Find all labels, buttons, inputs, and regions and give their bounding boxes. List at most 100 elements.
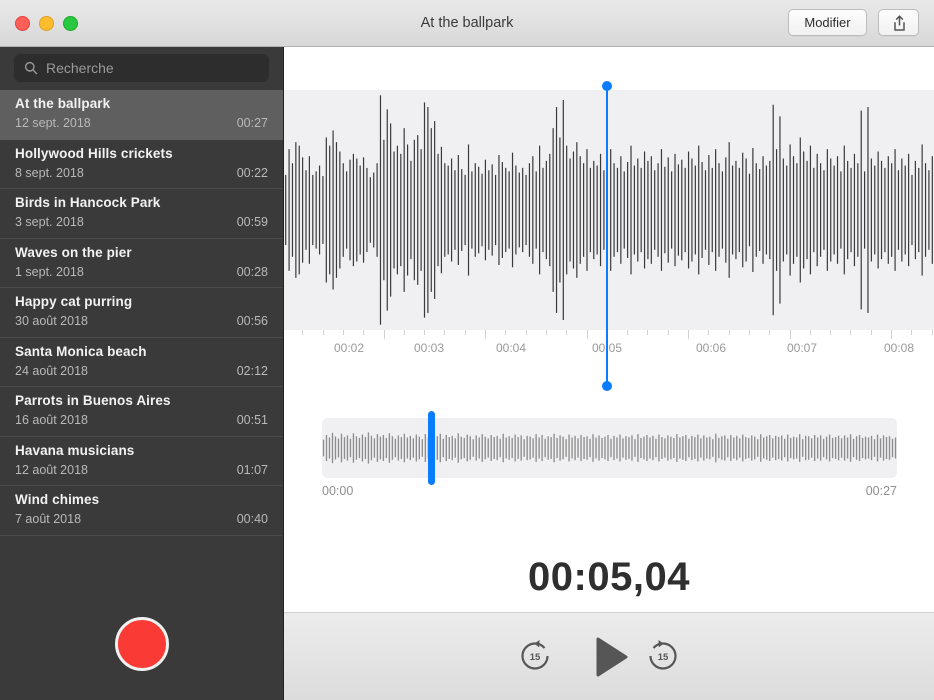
ruler-tick [627, 330, 628, 335]
title-bar: At the ballpark Modifier [0, 0, 934, 47]
ruler-tick [404, 330, 405, 335]
waveform-panel[interactable] [284, 90, 934, 330]
memo-duration: 00:28 [237, 265, 268, 279]
ruler-tick [465, 330, 466, 335]
memo-title: Waves on the pier [15, 245, 132, 260]
memo-list-item[interactable]: Havana musicians 12 août 2018 01:07 [0, 437, 283, 487]
ruler-tick [424, 330, 425, 335]
memo-date: 24 août 2018 [15, 364, 88, 378]
search-icon [24, 61, 38, 75]
ruler-tick [790, 330, 791, 339]
share-icon [890, 14, 909, 33]
memo-date: 7 août 2018 [15, 512, 81, 526]
ruler-label: 00:07 [787, 341, 817, 355]
search-placeholder: Recherche [46, 54, 114, 82]
ruler-tick [647, 330, 648, 335]
ruler-tick [769, 330, 770, 335]
memo-date: 3 sept. 2018 [15, 215, 84, 229]
ruler-tick [505, 330, 506, 335]
memo-list-item[interactable]: Santa Monica beach 24 août 2018 02:12 [0, 338, 283, 388]
timecode-display: 00:05,04 [284, 555, 934, 600]
ruler-tick [587, 330, 588, 339]
overview-end-time: 00:27 [866, 484, 897, 498]
memo-title: Happy cat purring [15, 294, 132, 309]
memo-date: 12 août 2018 [15, 463, 88, 477]
ruler-tick [323, 330, 324, 335]
share-button[interactable] [878, 9, 919, 36]
memo-date: 30 août 2018 [15, 314, 88, 328]
ruler-tick [668, 330, 669, 335]
ruler-label: 00:08 [884, 341, 914, 355]
ruler-tick [526, 330, 527, 335]
memo-date: 8 sept. 2018 [15, 166, 84, 180]
memo-list-item[interactable]: Parrots in Buenos Aires 16 août 2018 00:51 [0, 387, 283, 437]
memo-title: Parrots in Buenos Aires [15, 393, 171, 408]
overview-start-time: 00:00 [322, 484, 353, 498]
ruler-tick [363, 330, 364, 335]
ruler-tick [444, 330, 445, 335]
ruler-label: 00:03 [414, 341, 444, 355]
skip-back-15-label: 15 [516, 637, 554, 675]
play-icon [595, 637, 629, 677]
ruler-tick [871, 330, 872, 335]
memo-title: Wind chimes [15, 492, 99, 507]
ruler-tick [729, 330, 730, 335]
ruler-tick [302, 330, 303, 335]
ruler-tick [850, 330, 851, 335]
memo-duration: 00:59 [237, 215, 268, 229]
ruler-tick [546, 330, 547, 335]
memo-title: Hollywood Hills crickets [15, 146, 173, 161]
memo-duration: 00:51 [237, 413, 268, 427]
overview-scrubber[interactable] [428, 411, 435, 485]
time-ruler: 00:0200:0300:0400:0500:0600:0700:08 [284, 330, 934, 372]
memo-duration: 00:27 [237, 116, 268, 130]
memo-list-item[interactable]: Hollywood Hills crickets8 sept. 201800:2… [0, 140, 283, 190]
record-button[interactable] [115, 617, 169, 671]
ruler-tick [708, 330, 709, 335]
play-button[interactable] [595, 637, 629, 677]
memo-list-item[interactable]: Happy cat purring 30 août 2018 00:56 [0, 288, 283, 338]
skip-back-15-button[interactable]: 15 [516, 637, 554, 675]
edit-button[interactable]: Modifier [788, 9, 867, 36]
ruler-label: 00:02 [334, 341, 364, 355]
memo-date: 1 sept. 2018 [15, 265, 84, 279]
search-input[interactable]: Recherche [14, 54, 269, 82]
ruler-tick [343, 330, 344, 335]
playhead[interactable] [606, 86, 608, 386]
voice-memos-window: At the ballpark Modifier Recherche At th… [0, 0, 934, 700]
memo-duration: 02:12 [237, 364, 268, 378]
detail-pane: 00:0200:0300:0400:0500:0600:0700:08 00:0… [284, 47, 934, 700]
ruler-tick [911, 330, 912, 335]
memo-list-item[interactable]: At the ballpark 12 sept. 2018 00:27 [0, 90, 283, 140]
record-area [0, 593, 283, 700]
memo-title: Birds in Hancock Park [15, 195, 160, 210]
ruler-label: 00:04 [496, 341, 526, 355]
memo-duration: 01:07 [237, 463, 268, 477]
memo-list-item[interactable]: Waves on the pier 1 sept. 2018 00:28 [0, 239, 283, 289]
memo-list-item[interactable]: Wind chimes 7 août 2018 00:40 [0, 486, 283, 536]
ruler-tick [384, 330, 385, 339]
memo-title: At the ballpark [15, 96, 110, 111]
ruler-tick [830, 330, 831, 335]
ruler-tick [688, 330, 689, 339]
overview-waveform[interactable] [322, 418, 897, 478]
playhead-handle-top[interactable] [602, 81, 612, 91]
waveform-bars [284, 90, 934, 330]
memo-duration: 00:40 [237, 512, 268, 526]
memo-date: 12 sept. 2018 [15, 116, 91, 130]
ruler-tick [891, 330, 892, 339]
ruler-label: 00:06 [696, 341, 726, 355]
ruler-tick [566, 330, 567, 335]
ruler-tick [810, 330, 811, 335]
memo-title: Santa Monica beach [15, 344, 147, 359]
memo-title: Havana musicians [15, 443, 134, 458]
skip-forward-15-button[interactable]: 15 [644, 637, 682, 675]
overview-bars [322, 418, 897, 478]
memo-date: 16 août 2018 [15, 413, 88, 427]
ruler-tick [485, 330, 486, 339]
skip-forward-15-label: 15 [644, 637, 682, 675]
sidebar: Recherche At the ballpark 12 sept. 2018 00… [0, 47, 284, 700]
playhead-handle-bottom[interactable] [602, 381, 612, 391]
memo-duration: 00:56 [237, 314, 268, 328]
memo-list-item[interactable]: Birds in Hancock Park 3 sept. 2018 00:59 [0, 189, 283, 239]
